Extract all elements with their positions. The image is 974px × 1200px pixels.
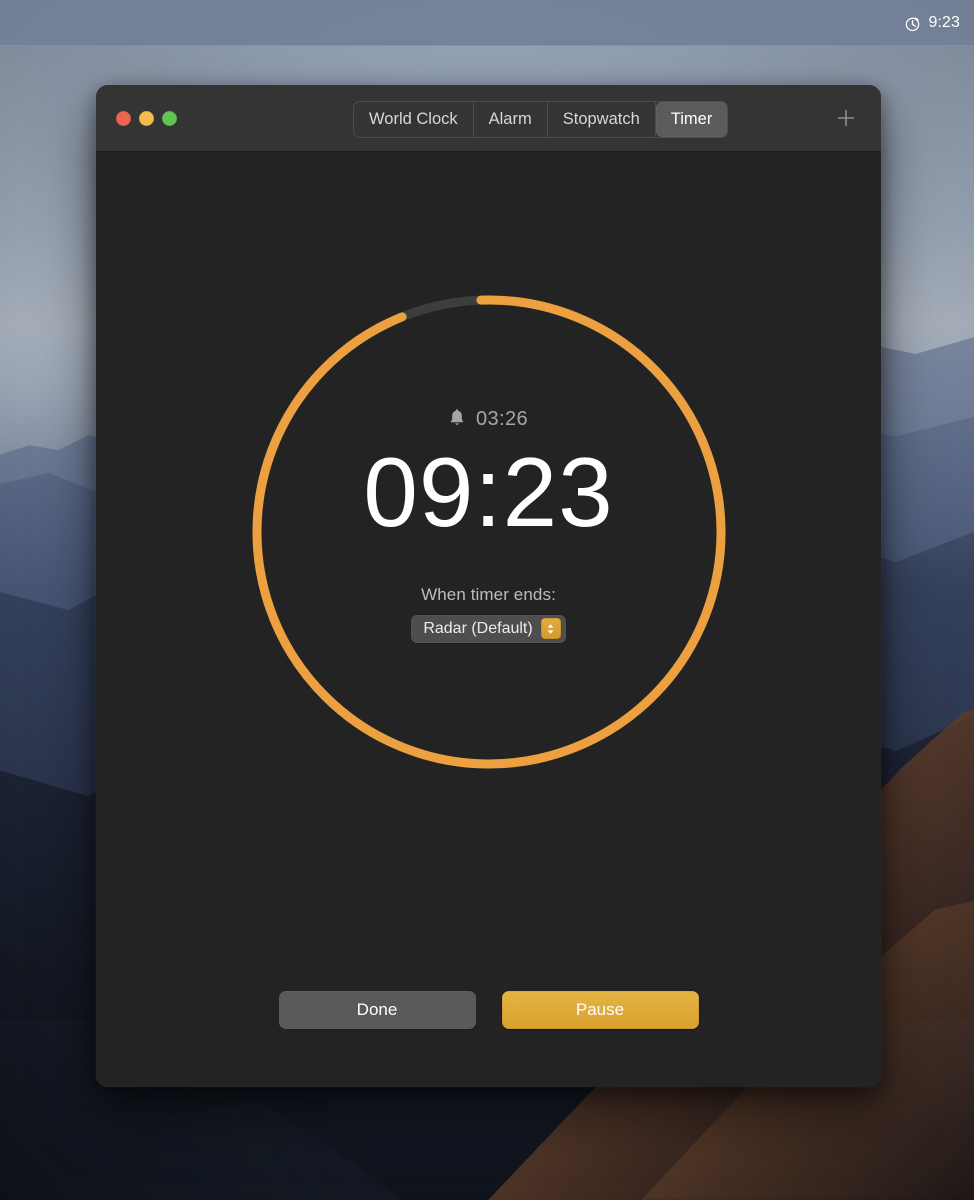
tab-alarm[interactable]: Alarm	[474, 102, 548, 137]
chevron-updown-icon[interactable]	[540, 618, 561, 639]
timer-icon[interactable]	[904, 15, 921, 32]
when-timer-ends-label: When timer ends:	[421, 584, 556, 604]
timer-pane: 03:26 09:23 When timer ends: Radar (Defa…	[96, 152, 881, 1087]
timer-sound-value: Radar (Default)	[423, 619, 533, 637]
tab-segmented-control: World Clock Alarm Stopwatch Timer	[353, 101, 729, 138]
timer-stage: 03:26 09:23 When timer ends: Radar (Defa…	[96, 152, 881, 992]
close-button[interactable]	[116, 110, 131, 126]
timer-sound-popup-button[interactable]: Radar (Default)	[411, 614, 566, 643]
timer-actions: Done Pause	[96, 991, 881, 1029]
screen: 9:23 World Clock Alarm Stopwatch Timer 0…	[0, 0, 974, 1200]
timer-remaining: 09:23	[363, 436, 614, 547]
plus-icon	[837, 109, 855, 127]
tab-stopwatch[interactable]: Stopwatch	[548, 102, 656, 137]
window-controls	[96, 110, 177, 126]
menu-bar-status-items: 9:23	[904, 14, 974, 32]
minimize-button[interactable]	[139, 110, 154, 126]
alarm-end-time: 03:26	[475, 407, 529, 430]
tab-world-clock[interactable]: World Clock	[354, 102, 474, 137]
alarm-indicator: 03:26	[449, 408, 528, 431]
bell-icon	[449, 408, 465, 431]
zoom-button[interactable]	[162, 110, 177, 126]
clock-window: World Clock Alarm Stopwatch Timer 03:26 …	[96, 85, 881, 1087]
menu-bar: 9:23	[0, 0, 974, 46]
add-timer-button[interactable]	[829, 101, 863, 135]
timer-readout: 03:26 09:23 When timer ends: Radar (Defa…	[252, 295, 726, 769]
timer-progress-ring[interactable]: 03:26 09:23 When timer ends: Radar (Defa…	[252, 295, 726, 769]
menu-bar-clock[interactable]: 9:23	[928, 14, 960, 32]
pause-button[interactable]: Pause	[501, 991, 699, 1029]
tab-timer[interactable]: Timer	[655, 102, 728, 137]
window-titlebar: World Clock Alarm Stopwatch Timer	[96, 85, 881, 152]
done-button[interactable]: Done	[278, 991, 476, 1029]
